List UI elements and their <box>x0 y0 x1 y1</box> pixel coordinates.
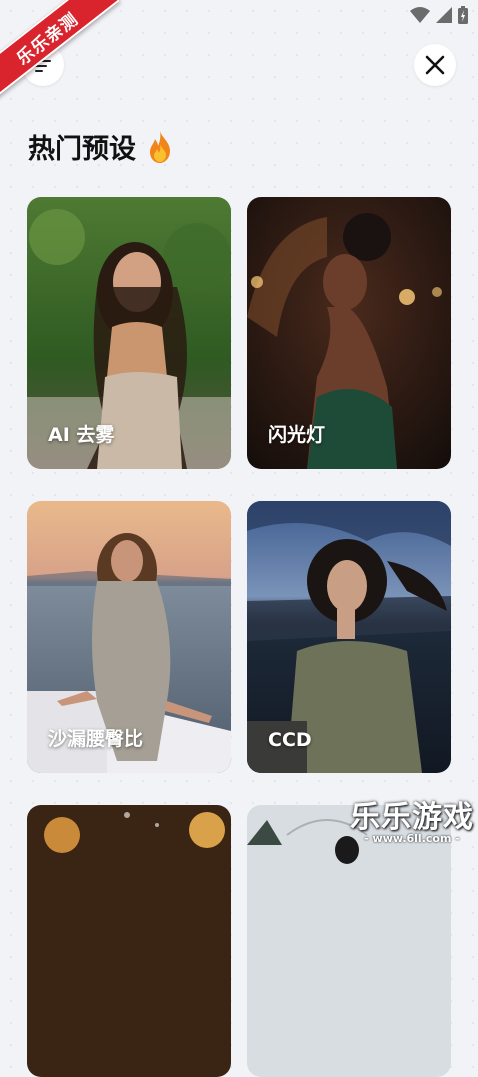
preset-label: 闪光灯 <box>268 424 326 446</box>
watermark-title: 乐乐游戏 <box>350 800 474 835</box>
preset-photo <box>247 805 451 1077</box>
preset-card-flash[interactable]: 闪光灯 <box>247 197 451 469</box>
fire-icon <box>150 130 170 163</box>
section-header: 热门预设 <box>28 127 174 166</box>
watermark-logo: 乐乐游戏 - www.6ll.com - <box>350 792 474 845</box>
signal-icon <box>436 7 452 23</box>
preset-card-ai-dehaze[interactable]: AI 去雾 <box>27 197 231 469</box>
close-icon <box>425 55 445 75</box>
section-title: 热门预设 <box>28 134 136 165</box>
battery-icon <box>458 6 468 24</box>
watermark-url: - www.6ll.com - <box>364 832 460 845</box>
preset-card-hourglass[interactable]: 沙漏腰臀比 <box>27 501 231 773</box>
preset-photo <box>27 805 231 1077</box>
preset-label: 沙漏腰臀比 <box>48 728 144 750</box>
preset-label: AI 去雾 <box>48 424 115 446</box>
preset-card-partial-2[interactable] <box>247 805 451 1077</box>
wifi-icon <box>410 7 430 23</box>
preset-label: CCD <box>268 729 312 751</box>
close-button[interactable] <box>414 44 456 86</box>
status-bar <box>358 0 478 30</box>
preset-card-partial-1[interactable] <box>27 805 231 1077</box>
promo-ribbon: 乐乐亲测 <box>0 0 120 100</box>
preset-card-ccd[interactable]: CCD <box>247 501 451 773</box>
